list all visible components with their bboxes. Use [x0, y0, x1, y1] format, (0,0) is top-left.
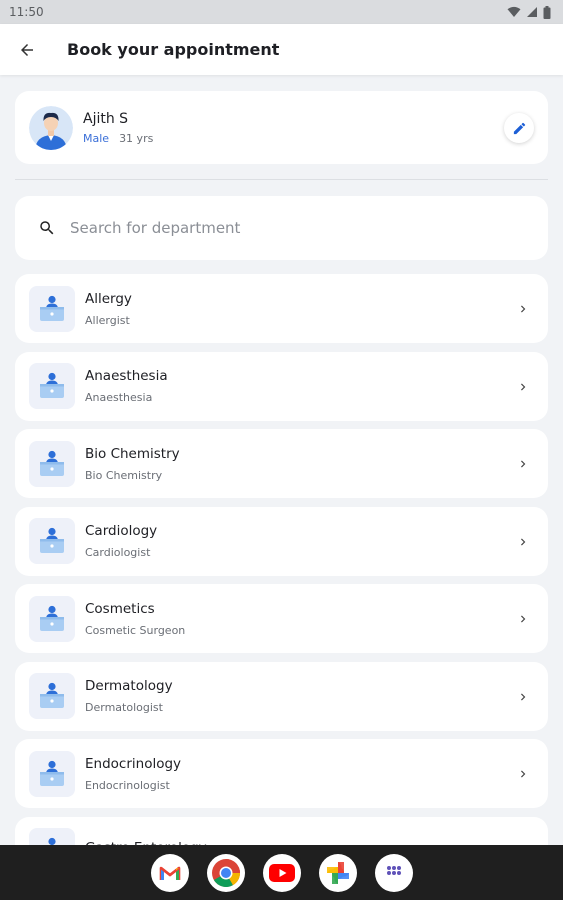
- department-item[interactable]: Endocrinology Endocrinologist: [15, 739, 548, 808]
- doctor-desk-icon: [29, 673, 75, 719]
- search-box: [15, 196, 548, 260]
- doctor-desk-icon: [29, 285, 75, 332]
- app-bar: Book your appointment: [0, 24, 563, 75]
- youtube-app[interactable]: [262, 853, 301, 892]
- department-subtitle: Bio Chemistry: [85, 468, 163, 482]
- department-subtitle: Cosmetic Surgeon: [85, 623, 186, 637]
- gmail-app[interactable]: [150, 853, 189, 892]
- department-text: Cosmetics Cosmetic Surgeon: [85, 601, 185, 637]
- patient-meta: Male 31 yrs: [83, 132, 153, 145]
- avatar: [29, 105, 73, 150]
- status-bar: 11:50: [0, 0, 563, 24]
- doctor-desk-icon: [29, 363, 75, 409]
- department-text: Bio Chemistry Bio Chemistry: [85, 446, 180, 482]
- battery-icon: [543, 5, 551, 19]
- search-icon: [37, 218, 57, 238]
- photos-app[interactable]: [318, 853, 357, 892]
- department-text: Dermatology Dermatologist: [85, 678, 173, 714]
- status-time: 11:50: [9, 5, 44, 19]
- search-input[interactable]: [70, 219, 490, 237]
- department-name: Anaesthesia: [85, 368, 168, 384]
- page-title: Book your appointment: [67, 40, 280, 59]
- edit-profile-button[interactable]: [504, 113, 534, 143]
- patient-name: Ajith S: [83, 110, 129, 127]
- department-item[interactable]: Dermatology Dermatologist: [15, 661, 548, 731]
- patient-card: Ajith S Male 31 yrs: [15, 91, 548, 164]
- app-drawer-button[interactable]: [374, 853, 413, 892]
- department-item[interactable]: Cosmetics Cosmetic Surgeon: [15, 584, 548, 653]
- department-text: Endocrinology Endocrinologist: [85, 756, 181, 792]
- department-text: Allergy Allergist: [85, 291, 132, 327]
- department-item[interactable]: Anaesthesia Anaesthesia: [15, 351, 548, 421]
- chevron-right-icon: [516, 456, 530, 470]
- photos-icon: [325, 860, 351, 886]
- gmail-icon: [158, 861, 182, 885]
- wifi-icon: [507, 6, 521, 17]
- department-item[interactable]: Bio Chemistry Bio Chemistry: [15, 429, 548, 498]
- youtube-icon: [268, 863, 295, 883]
- department-name: Endocrinology: [85, 755, 182, 772]
- department-name: Bio Chemistry: [85, 445, 180, 462]
- chevron-right-icon: [516, 534, 530, 548]
- chevron-right-icon: [516, 379, 530, 393]
- chevron-right-icon: [516, 301, 530, 315]
- divider: [15, 179, 548, 180]
- patient-age: 31 yrs: [119, 131, 154, 145]
- doctor-desk-icon: [29, 440, 75, 487]
- doctor-desk-icon: [29, 595, 75, 642]
- department-list: Allergy Allergist Anaesthesia Anaesthesia Bi…: [15, 274, 548, 894]
- chevron-right-icon: [516, 611, 530, 625]
- department-subtitle: Anaesthesia: [85, 391, 153, 404]
- department-name: Cardiology: [85, 523, 158, 539]
- chrome-app[interactable]: [206, 853, 245, 892]
- doctor-desk-icon: [29, 750, 75, 797]
- app-drawer-icon: [384, 863, 404, 883]
- department-text: Cardiology Cardiologist: [85, 523, 157, 559]
- department-name: Dermatology: [85, 678, 173, 694]
- department-name: Allergy: [85, 290, 132, 307]
- arrow-back-icon: [21, 43, 33, 56]
- navigation-dock: [0, 845, 563, 900]
- department-subtitle: Allergist: [85, 313, 130, 327]
- department-name: Cosmetics: [85, 600, 155, 617]
- department-subtitle: Endocrinologist: [85, 778, 170, 792]
- department-subtitle: Cardiologist: [85, 546, 151, 559]
- chevron-right-icon: [516, 689, 530, 703]
- back-button[interactable]: [15, 38, 39, 62]
- department-item[interactable]: Allergy Allergist: [15, 274, 548, 343]
- department-text: Anaesthesia Anaesthesia: [85, 368, 168, 404]
- department-subtitle: Dermatologist: [85, 701, 163, 714]
- patient-info: Ajith S Male 31 yrs: [83, 111, 153, 145]
- patient-gender: Male: [83, 131, 110, 145]
- department-item[interactable]: Cardiology Cardiologist: [15, 506, 548, 576]
- pencil-icon: [513, 122, 525, 134]
- doctor-desk-icon: [29, 518, 75, 564]
- chrome-icon: [211, 858, 241, 888]
- signal-icon: [527, 7, 537, 17]
- chevron-right-icon: [516, 766, 530, 780]
- status-icons: [507, 5, 551, 19]
